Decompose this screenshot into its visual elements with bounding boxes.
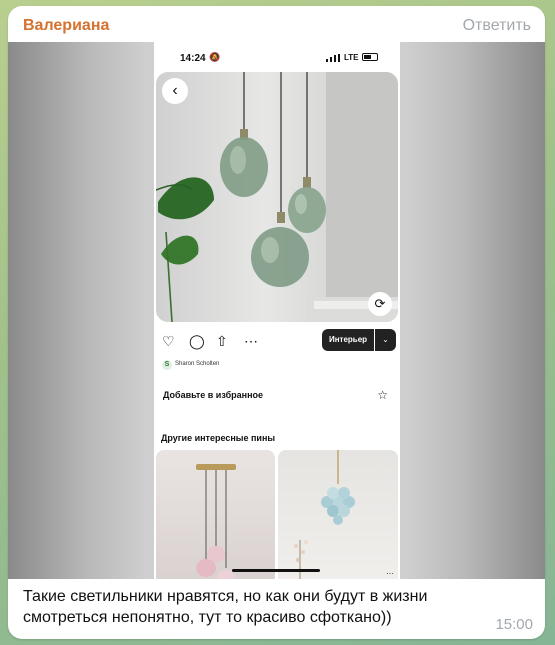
reply-button[interactable]: Ответить bbox=[463, 17, 531, 35]
visual-search-icon[interactable]: ⟳ bbox=[368, 292, 392, 316]
pin-actions-row: ♡ ◯ ⇧ ⋯ Интерьер ⌄ bbox=[154, 329, 400, 355]
related-pin-image[interactable] bbox=[156, 450, 275, 579]
author-avatar: S bbox=[162, 360, 172, 370]
mute-bell-icon: 🔕 bbox=[209, 52, 221, 62]
signal-icon bbox=[326, 54, 340, 62]
status-time: 14:24 bbox=[180, 53, 206, 64]
chandelier-illustration bbox=[196, 464, 236, 579]
battery-icon bbox=[362, 53, 378, 61]
more-pins-title: Другие интересные пины bbox=[161, 433, 276, 443]
message-photo[interactable]: 14:24 🔕 LTE ‹ ⟳ ♡ ◯ ⇧ ⋯ Интерьер ⌄ S Sha… bbox=[8, 42, 545, 579]
star-icon[interactable]: ☆ bbox=[377, 388, 388, 402]
more-icon[interactable]: ⋯ bbox=[244, 333, 258, 349]
heart-icon[interactable]: ♡ bbox=[162, 333, 175, 349]
favorites-label: Добавьте в избранное bbox=[163, 390, 264, 400]
home-indicator bbox=[232, 569, 320, 572]
sender-name[interactable]: Валериана bbox=[23, 17, 109, 35]
comment-icon[interactable]: ◯ bbox=[189, 333, 205, 349]
pin-image[interactable]: ‹ ⟳ bbox=[156, 72, 398, 322]
share-icon[interactable]: ⇧ bbox=[216, 333, 228, 349]
message-header: Валериана Ответить bbox=[8, 6, 545, 44]
back-icon[interactable]: ‹ bbox=[162, 78, 188, 104]
favorites-row[interactable]: Добавьте в избранное ☆ bbox=[154, 388, 400, 404]
status-bar: 14:24 🔕 LTE bbox=[154, 42, 400, 72]
chevron-down-icon[interactable]: ⌄ bbox=[375, 329, 396, 351]
message-time: 15:00 bbox=[495, 616, 533, 633]
author-name: Sharon Scholten bbox=[175, 361, 220, 367]
flower-lamp-illustration bbox=[294, 450, 355, 579]
message-text: Такие светильники нравятся, но как они б… bbox=[23, 588, 428, 626]
phone-screenshot: 14:24 🔕 LTE ‹ ⟳ ♡ ◯ ⇧ ⋯ Интерьер ⌄ S Sha… bbox=[154, 42, 400, 579]
network-label: LTE bbox=[344, 53, 359, 62]
board-select-button[interactable]: Интерьер bbox=[322, 329, 374, 351]
pendant-lamps-illustration bbox=[156, 72, 398, 322]
more-icon[interactable]: ⋯ bbox=[386, 569, 394, 578]
message-bubble: Валериана Ответить 14:24 🔕 LTE ‹ ⟳ ♡ ◯ ⇧… bbox=[8, 6, 545, 639]
related-pin-image[interactable] bbox=[278, 450, 398, 579]
